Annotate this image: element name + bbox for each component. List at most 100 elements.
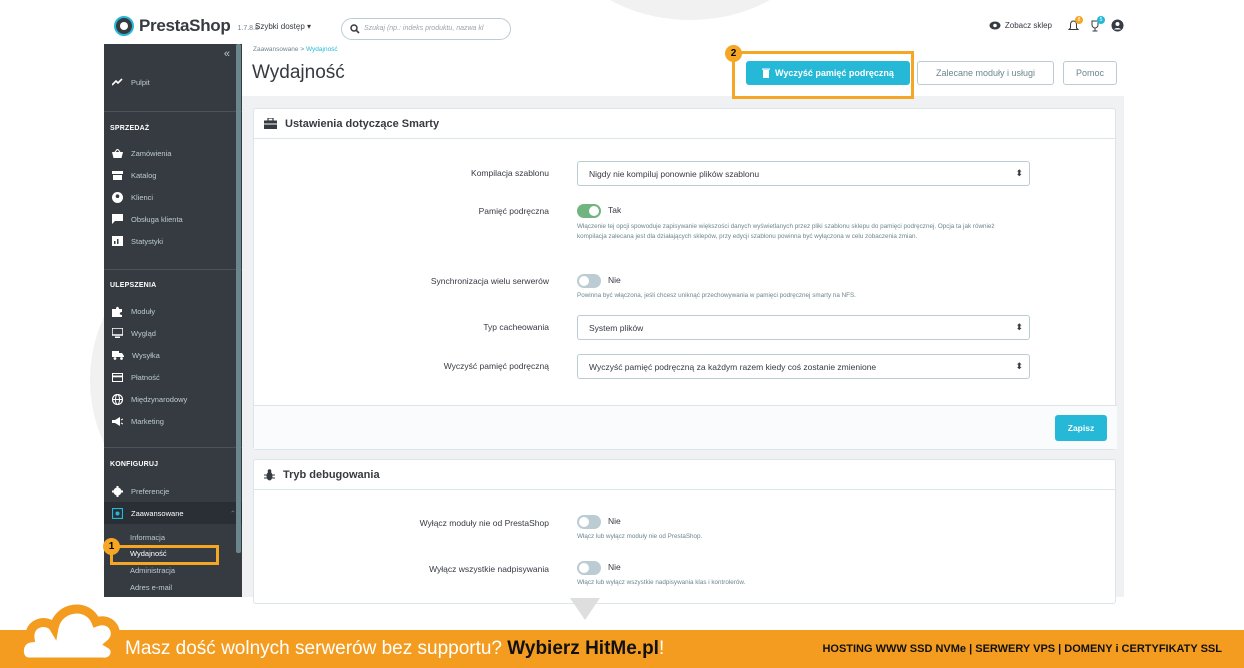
template-compile-label: Kompilacja szablonu [471, 168, 549, 178]
sidebar-section-title: KONFIGURUJ [110, 461, 159, 468]
sidebar-label: Statystyki [131, 236, 164, 246]
quick-access-dropdown[interactable]: Szybki dostęp ▾ [255, 22, 311, 31]
view-shop-link[interactable]: Zobacz sklep [989, 21, 1052, 30]
promo-brand[interactable]: Wybierz HitMe.pl [507, 638, 659, 659]
disable-overrides-value: Nie [608, 562, 621, 572]
card-header: Tryb debugowania [254, 460, 1115, 490]
sidebar-divider [104, 111, 242, 112]
view-shop-label: Zobacz sklep [1004, 21, 1052, 30]
breadcrumb-current[interactable]: Wydajność [306, 46, 338, 53]
submenu-item-administration[interactable]: Administracja [130, 566, 175, 575]
bar-chart-icon [112, 236, 123, 246]
sidebar-label: Moduły [131, 306, 156, 316]
sidebar-label: Pulpit [131, 77, 150, 87]
recommended-modules-button[interactable]: Zalecane moduły i usługi [917, 61, 1054, 85]
cache-toggle-value: Tak [608, 205, 622, 215]
puzzle-icon [112, 306, 122, 317]
smarty-settings-card: Ustawienia dotyczące Smarty Kompilacja s… [253, 108, 1117, 450]
globe-icon [112, 393, 123, 405]
cache-type-select[interactable]: System plików [577, 315, 1030, 340]
sidebar-divider [104, 447, 242, 448]
disable-overrides-help: Włącz lub wyłącz wszystkie nadpisywania … [577, 579, 746, 586]
sidebar-label: Wysyłka [132, 350, 160, 360]
store-icon [112, 170, 123, 180]
sidebar-label: Obsługa klienta [131, 214, 183, 224]
toggle-knob [579, 276, 589, 286]
user-icon [1111, 19, 1124, 32]
sidebar-label: Marketing [131, 416, 164, 426]
disable-overrides-label: Wyłącz wszystkie nadpisywania [429, 564, 549, 574]
monitor-icon [112, 328, 123, 338]
cache-toggle[interactable] [577, 204, 601, 218]
sidebar-label: Wygląd [131, 328, 156, 338]
main-content: Zaawansowane > Wydajność Wydajność Wyczy… [242, 44, 1124, 604]
step-marker-2: 2 [725, 45, 742, 62]
basket-icon [112, 148, 123, 158]
screenshot-stage: PrestaShop 1.7.8.8 Szybki dostęp ▾ Szuka… [0, 0, 1244, 668]
prestashop-logo[interactable]: PrestaShop 1.7.8.8 [114, 16, 259, 36]
sidebar-item-advanced[interactable]: Zaawansowane ⌃ [104, 502, 242, 524]
disable-non-ps-modules-help: Włącz lub wyłącz moduły nie od PrestaSho… [577, 533, 703, 540]
megaphone-icon [112, 416, 123, 426]
multi-server-toggle[interactable] [577, 274, 601, 288]
sidebar-label: Preferencje [131, 486, 170, 496]
sidebar-label: Katalog [131, 170, 157, 180]
logo-text: PrestaShop [139, 16, 231, 35]
sidebar-item-marketing[interactable]: Marketing [104, 410, 242, 432]
promo-banner: Masz dość wolnych serwerów bez supportu?… [0, 604, 1244, 668]
sidebar-item-catalog[interactable]: Katalog [104, 164, 242, 186]
promo-lead: Masz dość wolnych serwerów bez supportu? [125, 638, 508, 659]
disable-overrides-toggle[interactable] [577, 561, 601, 575]
sidebar-divider [104, 269, 242, 270]
notifications-count: 8 [1075, 15, 1083, 24]
sidebar-section-title: SPRZEDAŻ [110, 125, 150, 132]
trophy-count: 5 [1097, 15, 1105, 24]
debug-mode-card: Tryb debugowania Wyłącz moduły nie od Pr… [253, 459, 1116, 604]
help-button[interactable]: Pomoc [1063, 61, 1117, 85]
sidebar-item-customer-service[interactable]: Obsługa klienta [104, 208, 242, 230]
search-icon [350, 24, 360, 34]
briefcase-icon [264, 118, 277, 129]
promo-text: Masz dość wolnych serwerów bez supportu?… [125, 638, 664, 660]
submenu-item-information[interactable]: Informacja [130, 533, 165, 542]
sidebar-item-shipping[interactable]: Wysyłka [104, 344, 242, 366]
sidebar-scrollbar[interactable] [236, 44, 241, 553]
breadcrumb-parent[interactable]: Zaawansowane [253, 46, 299, 53]
card-title: Tryb debugowania [283, 468, 380, 481]
sidebar-section-title: ULEPSZENIA [110, 282, 157, 289]
puffin-logo-icon [114, 16, 134, 36]
breadcrumb-separator: > [298, 46, 306, 53]
chat-icon [112, 214, 123, 224]
page-header: Zaawansowane > Wydajność Wydajność Wyczy… [242, 44, 1124, 96]
clear-cache-setting-label: Wyczyść pamięć podręczną [443, 361, 549, 371]
sidebar-item-international[interactable]: Międzynarodowy [104, 388, 242, 410]
toggle-knob [579, 563, 589, 573]
top-right-tools: Zobacz sklep 8 5 [989, 15, 1124, 32]
breadcrumb: Zaawansowane > Wydajność [253, 46, 338, 53]
sidebar-item-dashboard[interactable]: Pulpit [104, 71, 242, 93]
save-button[interactable]: Zapisz [1055, 415, 1107, 441]
promo-bang: ! [658, 638, 665, 659]
template-compile-select[interactable]: Nigdy nie kompiluj ponownie plików szabl… [577, 161, 1030, 186]
sidebar-item-stats[interactable]: Statystyki [104, 230, 242, 252]
sidebar-item-modules[interactable]: Moduły [104, 300, 242, 322]
collapse-menu-icon[interactable]: « [224, 48, 230, 60]
sidebar-item-payment[interactable]: Płatność [104, 366, 242, 388]
sidebar-item-preferences[interactable]: Preferencje [104, 480, 242, 502]
submenu-item-email[interactable]: Adres e-mail [130, 583, 172, 592]
search-input[interactable]: Szukaj (np.: indeks produktu, nazwa kl [341, 18, 511, 40]
sidebar-item-orders[interactable]: Zamówienia [104, 142, 242, 164]
sidebar-label: Klienci [131, 192, 154, 202]
sidebar-item-design[interactable]: Wygląd [104, 322, 242, 344]
sidebar-label: Zamówienia [131, 148, 172, 158]
notifications-button[interactable]: 8 [1068, 15, 1083, 32]
trophy-button[interactable]: 5 [1089, 15, 1105, 32]
account-button[interactable] [1111, 19, 1124, 32]
cache-type-label: Typ cacheowania [483, 322, 549, 332]
card-header: Ustawienia dotyczące Smarty [254, 109, 1115, 139]
disable-non-ps-modules-toggle[interactable] [577, 515, 601, 529]
sidebar-item-customers[interactable]: Klienci [104, 186, 242, 208]
disable-non-ps-modules-label: Wyłącz moduły nie od PrestaShop [419, 518, 549, 528]
clear-cache-setting-select[interactable]: Wyczyść pamięć podręczną za każdym razem… [577, 354, 1030, 379]
trend-icon [112, 78, 123, 86]
